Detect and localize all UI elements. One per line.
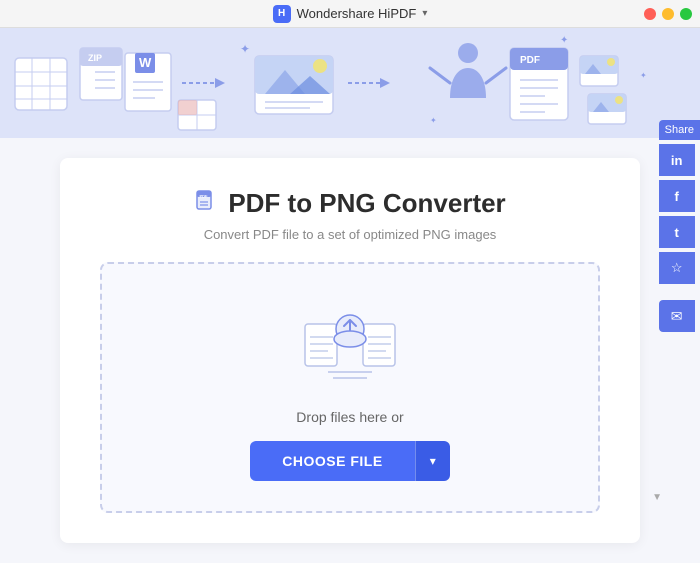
converter-title-row: PDF PDF to PNG Converter: [194, 188, 505, 219]
twitter-icon: t: [674, 225, 678, 240]
maximize-button[interactable]: [680, 8, 692, 20]
dropdown-arrow-icon: ▾: [430, 454, 436, 468]
converter-subtitle: Convert PDF file to a set of optimized P…: [204, 227, 497, 242]
pdf-icon: PDF: [194, 189, 218, 219]
app-name: Wondershare HiPDF: [297, 6, 417, 21]
drop-text: Drop files here or: [296, 409, 403, 425]
email-icon: ✉: [671, 308, 683, 325]
choose-file-button[interactable]: CHOOSE FILE: [250, 441, 414, 481]
svg-text:✦: ✦: [640, 71, 647, 80]
svg-text:W: W: [139, 55, 152, 70]
star-icon: ☆: [671, 260, 683, 276]
close-button[interactable]: [644, 8, 656, 20]
scroll-indicator: ▼: [652, 492, 662, 503]
converter-card: PDF PDF to PNG Converter Convert PDF fil…: [60, 158, 640, 543]
title-bar: H Wondershare HiPDF ▾: [0, 0, 700, 28]
share-sidebar: Share in f t ☆ ✉: [659, 120, 700, 332]
linkedin-icon: in: [671, 153, 683, 168]
svg-text:PDF: PDF: [200, 193, 209, 198]
email-button[interactable]: ✉: [659, 300, 695, 332]
converter-title: PDF to PNG Converter: [228, 188, 505, 219]
title-bar-content: H Wondershare HiPDF ▾: [273, 5, 428, 23]
drop-zone[interactable]: Drop files here or CHOOSE FILE ▾: [100, 262, 600, 513]
linkedin-share-button[interactable]: in: [659, 144, 695, 176]
facebook-icon: f: [674, 189, 678, 204]
facebook-share-button[interactable]: f: [659, 180, 695, 212]
star-button[interactable]: ☆: [659, 252, 695, 284]
window-controls: [644, 8, 692, 20]
share-label: Share: [659, 120, 700, 140]
banner: ZIP W PDF: [0, 28, 700, 138]
svg-text:✦: ✦: [560, 35, 568, 46]
svg-text:PDF: PDF: [520, 55, 540, 66]
title-chevron-icon[interactable]: ▾: [422, 8, 427, 19]
twitter-share-button[interactable]: t: [659, 216, 695, 248]
main-content: PDF PDF to PNG Converter Convert PDF fil…: [0, 138, 700, 563]
minimize-button[interactable]: [662, 8, 674, 20]
svg-text:✦: ✦: [430, 116, 437, 125]
app-logo: H: [273, 5, 291, 23]
choose-file-dropdown-button[interactable]: ▾: [415, 441, 450, 481]
svg-text:✦: ✦: [240, 42, 250, 56]
choose-file-container: CHOOSE FILE ▾: [250, 441, 449, 481]
svg-text:ZIP: ZIP: [88, 53, 102, 63]
upload-illustration: [300, 304, 400, 389]
